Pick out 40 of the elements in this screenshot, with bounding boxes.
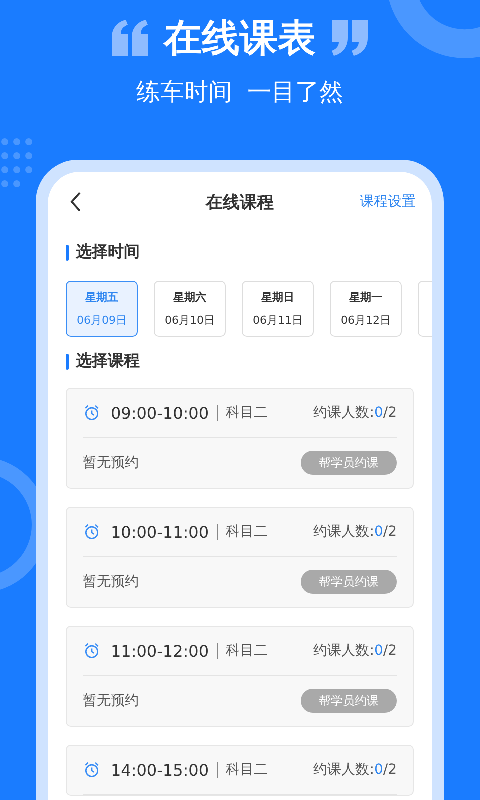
booking-count: 约课人数:0/2	[314, 523, 397, 541]
time-range: 14:00-15:00	[111, 760, 209, 780]
date-label: 06月11日	[253, 313, 303, 328]
date-chip[interactable]: 星期日 06月11日	[242, 281, 314, 337]
booking-count: 约课人数:0/2	[314, 761, 397, 779]
back-icon[interactable]	[70, 191, 82, 213]
quote-icon	[110, 20, 150, 56]
time-range: 11:00-12:00	[111, 642, 209, 660]
quote-icon	[330, 20, 370, 56]
booking-count: 约课人数:0/2	[314, 642, 397, 660]
date-chip[interactable]: 星期一 06月12日	[330, 281, 402, 337]
subject-label: 科目二	[226, 404, 268, 422]
booking-count: 约课人数:0/2	[314, 404, 397, 422]
booking-status: 暂无预约	[83, 573, 139, 591]
weekday-label: 星期六	[174, 290, 206, 305]
time-range: 10:00-11:00	[111, 522, 209, 542]
alarm-clock-icon	[83, 404, 101, 422]
section-title: 选择时间	[76, 242, 140, 263]
section-title: 选择课程	[76, 351, 140, 372]
time-range: 09:00-10:00	[111, 404, 209, 422]
subject-label: 科目二	[226, 642, 268, 660]
alarm-clock-icon	[83, 761, 101, 779]
booking-status: 暂无预约	[83, 692, 139, 710]
weekday-label: 星期一	[350, 290, 382, 305]
date-label: 06月09日	[77, 313, 127, 328]
page-title: 在线课程	[204, 192, 275, 214]
banner-title: 在线课表	[164, 15, 316, 62]
alarm-clock-icon	[83, 642, 101, 660]
course-settings-link[interactable]: 课程设置	[360, 193, 416, 211]
subject-label: 科目二	[226, 761, 268, 779]
alarm-clock-icon	[83, 523, 101, 541]
date-chip[interactable]: 星期六 06月10日	[154, 281, 226, 337]
banner-subtitle: 练车时间 一目了然	[136, 77, 344, 108]
subject-label: 科目二	[226, 523, 268, 541]
booking-status: 暂无预约	[83, 454, 139, 472]
date-label: 06月10日	[165, 313, 215, 328]
weekday-label: 星期日	[262, 290, 294, 305]
date-chip[interactable]: 星期五 06月09日	[66, 281, 138, 337]
weekday-label: 星期五	[86, 290, 118, 305]
date-label: 06月12日	[341, 313, 391, 328]
